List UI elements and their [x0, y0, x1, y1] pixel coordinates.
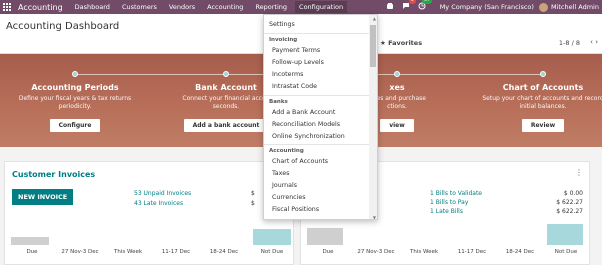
chart-bar-due — [11, 237, 49, 245]
review-chart-button[interactable]: Review — [521, 119, 565, 132]
scrollbar-thumb[interactable] — [370, 25, 376, 67]
configure-button[interactable]: Configure — [49, 119, 101, 132]
axis-label: Due — [26, 249, 38, 255]
axis-label: Not Due — [554, 249, 578, 255]
menu-item-follow-up-levels[interactable]: Follow-up Levels — [272, 59, 324, 66]
pager-arrows: ‹ › — [590, 38, 598, 46]
step-desc: periodicity. — [58, 103, 92, 110]
late-bills-link[interactable]: 1 Late Bills — [430, 208, 463, 215]
pager-prev-icon[interactable]: ‹ — [590, 38, 593, 46]
section-header-banks: Banks — [269, 99, 288, 105]
scroll-down-icon[interactable]: ▼ — [373, 215, 376, 219]
divider — [264, 95, 370, 96]
chart-bar-not-due — [547, 224, 583, 245]
step-dot — [394, 71, 400, 77]
scroll-up-icon[interactable]: ▲ — [373, 16, 376, 21]
review-taxes-button[interactable]: view — [380, 119, 414, 132]
new-invoice-button[interactable]: NEW INVOICE — [12, 189, 74, 205]
favorites-toggle[interactable]: ★ Favorites — [380, 39, 422, 47]
page-title: Accounting Dashboard — [6, 21, 120, 32]
axis-label: 27 Nov-3 Dec — [357, 249, 395, 255]
late-bills-amount: $ 622.27 — [556, 208, 583, 215]
phone-icon[interactable] — [386, 2, 394, 12]
chart-bar-not-due — [253, 229, 291, 245]
messages-icon[interactable]: 5 — [402, 0, 416, 12]
menu-vendors[interactable]: Vendors — [169, 3, 195, 11]
axis-label: 11-17 Dec — [457, 249, 487, 255]
bills-to-validate-amount: $ 0.00 — [563, 190, 583, 197]
menu-item-payment-terms[interactable]: Payment Terms — [272, 47, 320, 54]
menu-customers[interactable]: Customers — [122, 3, 157, 11]
menu-item-fiscal-positions[interactable]: Fiscal Positions — [272, 206, 319, 213]
menu-dashboard[interactable]: Dashboard — [75, 3, 110, 11]
app-name[interactable]: Accounting — [18, 3, 63, 12]
late-invoices-link[interactable]: 43 Late Invoices — [134, 200, 183, 207]
menu-item-currencies[interactable]: Currencies — [272, 194, 306, 201]
top-navbar: Accounting Dashboard Customers Vendors A… — [0, 0, 602, 14]
axis-label: 11-17 Dec — [161, 249, 191, 255]
late-amount: $ — [251, 200, 255, 207]
bills-to-pay-link[interactable]: 1 Bills to Pay — [430, 199, 468, 206]
axis-label: 27 Nov-3 Dec — [61, 249, 99, 255]
chart-bar-due — [307, 228, 343, 245]
step-desc: initial balances. — [519, 103, 567, 110]
menu-item-add-bank-account[interactable]: Add a Bank Account — [272, 109, 335, 116]
menu-item-online-synchronization[interactable]: Online Synchronization — [272, 133, 345, 140]
menu-configuration[interactable]: Configuration — [295, 1, 348, 13]
step-chart-of-accounts: Chart of Accounts Setup your chart of ac… — [468, 71, 602, 132]
messages-badge: 5 — [408, 0, 416, 4]
step-dot — [223, 71, 229, 77]
configuration-dropdown: Settings Invoicing Payment Terms Follow-… — [263, 14, 378, 220]
pager-value[interactable]: 1-8 / 8 — [559, 39, 580, 47]
bills-to-pay-amount: $ 622.27 — [556, 199, 583, 206]
user-menu[interactable]: Mitchell Admin — [551, 3, 599, 11]
step-dot — [72, 71, 78, 77]
customer-invoices-card: Customer Invoices NEW INVOICE 53 Unpaid … — [4, 161, 294, 265]
menu-item-reconciliation-models[interactable]: Reconciliation Models — [272, 121, 340, 128]
bills-to-validate-link[interactable]: 1 Bills to Validate — [430, 190, 482, 197]
axis-label: This Week — [113, 249, 143, 255]
divider — [264, 144, 370, 145]
activities-icon[interactable]: 37 — [418, 0, 432, 12]
axis-label: Not Due — [260, 249, 284, 255]
menu-reporting[interactable]: Reporting — [255, 3, 287, 11]
dropdown-scrollbar[interactable]: ▲ ▼ — [369, 15, 377, 219]
activities-badge: 37 — [421, 0, 432, 4]
user-avatar[interactable] — [538, 2, 548, 12]
section-header-accounting: Accounting — [269, 148, 304, 154]
dropdown-list: Settings Invoicing Payment Terms Follow-… — [264, 15, 370, 219]
card-menu-icon[interactable]: ⋮ — [575, 168, 583, 177]
menu-item-incoterms[interactable]: Incoterms — [272, 71, 303, 78]
unpaid-invoices-link[interactable]: 53 Unpaid Invoices — [134, 190, 191, 197]
divider — [264, 33, 370, 34]
navbar-systray: 5 37 My Company (San Francisco) Mitchell… — [378, 0, 599, 14]
menu-item-journals[interactable]: Journals — [272, 182, 297, 189]
menu-accounting[interactable]: Accounting — [207, 3, 243, 11]
add-bank-account-button[interactable]: Add a bank account — [183, 119, 269, 132]
card-title[interactable]: Customer Invoices — [12, 170, 95, 179]
step-dot — [540, 71, 546, 77]
section-header-invoicing: Invoicing — [269, 37, 298, 43]
unpaid-amount: $ — [251, 190, 255, 197]
step-accounting-periods: Accounting Periods Define your fiscal ye… — [0, 71, 150, 132]
pager-next-icon[interactable]: › — [595, 38, 598, 46]
menu-item-intrastat-code[interactable]: Intrastat Code — [272, 83, 317, 90]
menu-item-taxes[interactable]: Taxes — [272, 170, 289, 177]
axis-label: This Week — [409, 249, 439, 255]
axis-label: 18-24 Dec — [209, 249, 239, 255]
step-desc: Setup your chart of accounts and record — [482, 95, 602, 102]
axis-label: Due — [322, 249, 334, 255]
company-switcher[interactable]: My Company (San Francisco) — [440, 3, 534, 11]
menu-item-chart-of-accounts[interactable]: Chart of Accounts — [272, 158, 328, 165]
step-title: Accounting Periods — [31, 83, 119, 92]
favorites-label: Favorites — [388, 39, 423, 47]
step-desc: Define your fiscal years & tax returns — [18, 95, 132, 102]
axis-label: 18-24 Dec — [505, 249, 535, 255]
step-title: Chart of Accounts — [502, 83, 584, 92]
menu-item-settings[interactable]: Settings — [269, 21, 295, 28]
app-menu-icon[interactable] — [2, 2, 12, 12]
